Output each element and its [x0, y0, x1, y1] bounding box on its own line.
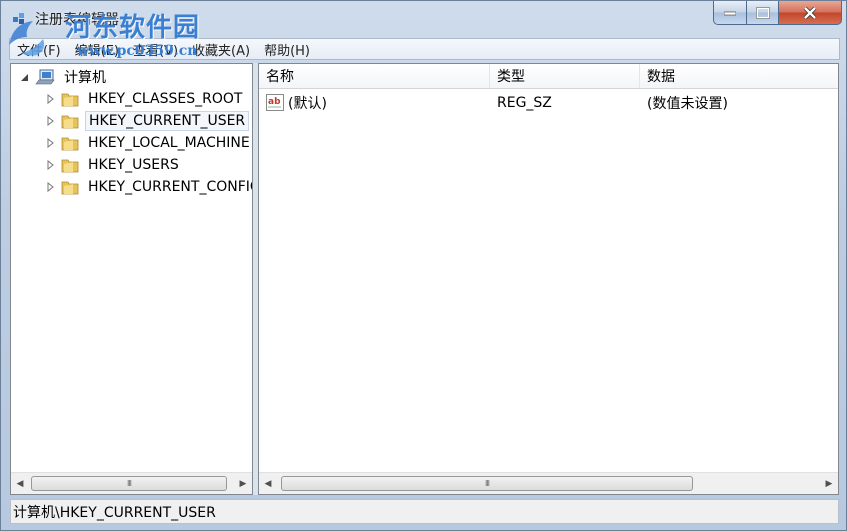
folder-icon	[61, 93, 79, 107]
tree-root-label: 计算机	[64, 70, 106, 86]
list-horizontal-scrollbar[interactable]: ◀ III ▶	[259, 472, 838, 494]
maximize-icon	[755, 6, 770, 19]
value-name: (默认)	[288, 96, 327, 112]
status-bar: 计算机\HKEY_CURRENT_USER	[10, 499, 839, 524]
registry-editor-app-icon	[13, 13, 24, 24]
collapsed-arrow-icon	[47, 94, 54, 104]
tree-item-hkcu[interactable]: HKEY_CURRENT_USER	[45, 110, 250, 132]
column-header-type[interactable]: 类型	[490, 64, 640, 88]
minimize-icon	[724, 11, 736, 15]
scroll-right-arrow-icon[interactable]: ▶	[820, 473, 838, 494]
scrollbar-thumb[interactable]: III	[281, 476, 693, 491]
collapsed-arrow-icon	[47, 138, 54, 148]
value-row-default[interactable]: ab (默认) REG_SZ (数值未设置)	[259, 90, 838, 116]
tree-item-label: HKEY_USERS	[88, 157, 179, 173]
tree-item-hku[interactable]: HKEY_USERS	[45, 154, 182, 176]
maximize-button[interactable]	[746, 1, 779, 25]
tree-item-hklm[interactable]: HKEY_LOCAL_MACHINE	[45, 132, 252, 154]
tree-item-label-selected: HKEY_CURRENT_USER	[85, 111, 250, 131]
title-bar[interactable]: 注册表编辑器	[1, 1, 846, 37]
menu-view[interactable]: 查看(V)	[126, 40, 185, 59]
window-title: 注册表编辑器	[35, 12, 119, 28]
column-header-data[interactable]: 数据	[640, 64, 838, 88]
scrollbar-thumb[interactable]: III	[31, 476, 227, 491]
tree-horizontal-scrollbar[interactable]: ◀ III ▶	[11, 472, 252, 494]
value-type: REG_SZ	[497, 95, 552, 111]
menu-favorites[interactable]: 收藏夹(A)	[185, 40, 257, 59]
svg-text:ab: ab	[268, 97, 281, 107]
tree-item-hkcc[interactable]: HKEY_CURRENT_CONFIG	[45, 176, 252, 198]
scroll-right-arrow-icon[interactable]: ▶	[234, 473, 252, 494]
string-value-icon: ab	[266, 94, 284, 111]
tree-item-label: HKEY_CLASSES_ROOT	[88, 91, 243, 107]
tree-root-computer[interactable]: 计算机	[19, 66, 109, 88]
value-name-cell: ab (默认)	[259, 93, 490, 113]
menu-file[interactable]: 文件(F)	[10, 40, 68, 59]
collapsed-arrow-icon	[47, 160, 54, 170]
collapsed-arrow-icon	[47, 116, 54, 126]
close-button[interactable]	[778, 1, 842, 25]
close-icon	[803, 6, 817, 19]
folder-icon	[61, 181, 79, 195]
registry-editor-window: 注册表编辑器 文件(F) 编辑(E) 查看(V) 收藏夹(A) 帮助(H) 河东…	[0, 0, 847, 531]
tree-item-label: HKEY_LOCAL_MACHINE	[88, 135, 250, 151]
list-header: 名称 类型 数据	[259, 64, 838, 89]
menu-help[interactable]: 帮助(H)	[257, 40, 317, 59]
tree-item-hkcr[interactable]: HKEY_CLASSES_ROOT	[45, 88, 245, 110]
status-path: 计算机\HKEY_CURRENT_USER	[13, 504, 216, 521]
menu-bar: 文件(F) 编辑(E) 查看(V) 收藏夹(A) 帮助(H)	[9, 38, 840, 60]
scroll-left-arrow-icon[interactable]: ◀	[11, 473, 29, 494]
values-list-pane[interactable]: 名称 类型 数据 ab (默认) REG_SZ (数值未设置) ◀ III ▶	[258, 63, 839, 495]
folder-icon	[61, 115, 79, 129]
folder-icon	[61, 137, 79, 151]
column-header-name[interactable]: 名称	[259, 64, 490, 88]
tree-item-label: HKEY_CURRENT_CONFIG	[88, 179, 252, 195]
minimize-button[interactable]	[713, 1, 747, 25]
folder-icon	[61, 159, 79, 173]
collapsed-arrow-icon	[47, 182, 54, 192]
value-data: (数值未设置)	[647, 96, 728, 112]
key-tree-pane[interactable]: 计算机 HKEY_CLASSES_ROOT HKEY_CURRENT_USER …	[10, 63, 253, 495]
expanded-arrow-icon	[21, 74, 28, 81]
menu-edit[interactable]: 编辑(E)	[68, 40, 126, 59]
computer-icon	[35, 69, 55, 85]
key-tree: 计算机 HKEY_CLASSES_ROOT HKEY_CURRENT_USER …	[11, 64, 252, 470]
scroll-left-arrow-icon[interactable]: ◀	[259, 473, 277, 494]
